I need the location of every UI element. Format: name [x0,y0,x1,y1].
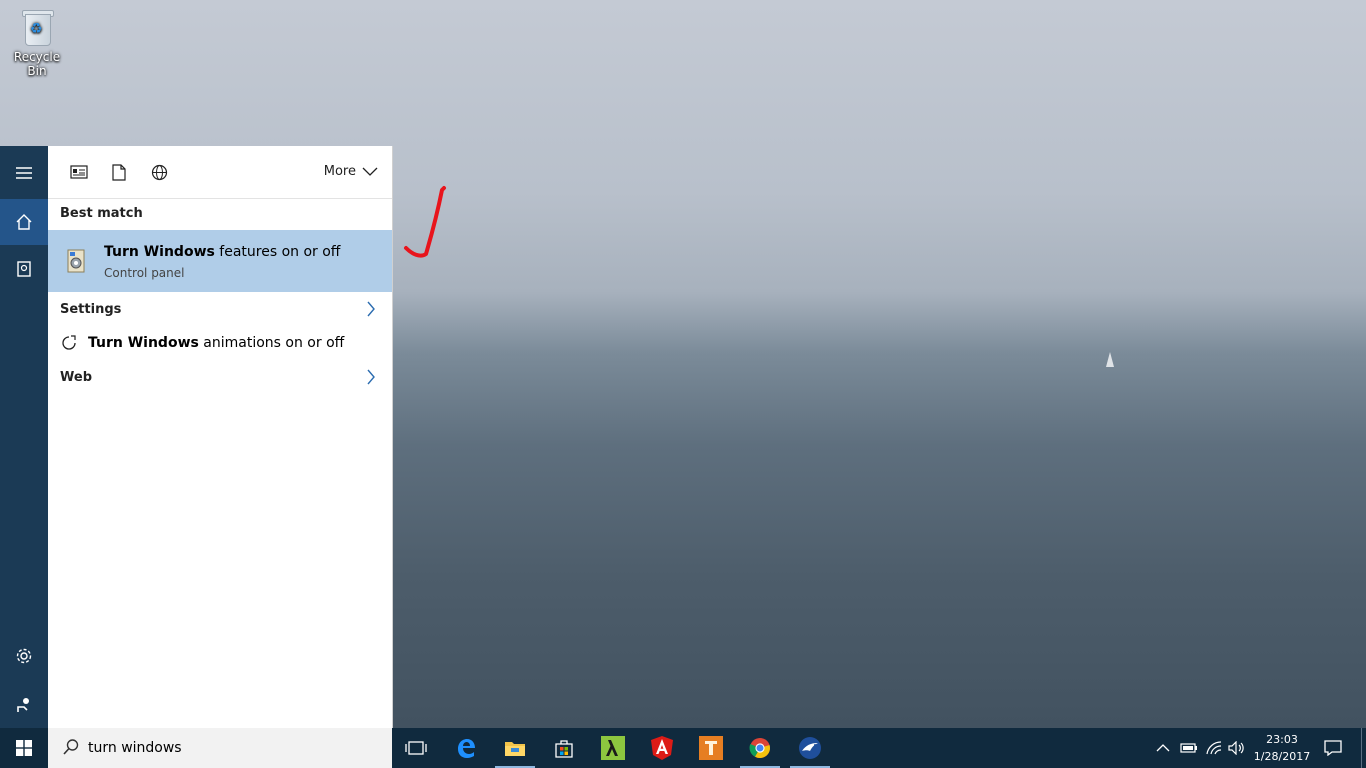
settings-result-title: Turn Windows animations on or off [88,335,345,351]
notebook-icon [17,261,31,277]
angular-icon [651,736,673,760]
home-icon [16,214,32,230]
best-match-section: Best match [48,198,392,230]
best-match-heading: Best match [60,206,143,221]
documents-filter-icon [112,163,126,181]
orange-app-taskbar-button[interactable] [687,728,735,768]
task-view-icon [405,741,427,755]
recycle-bin-label: Recycle Bin [13,50,61,78]
best-match-result[interactable]: Turn Windows features on or off Control … [48,230,392,292]
hamburger-icon [16,167,32,179]
chevron-right-icon [366,301,376,321]
notebook-button[interactable] [0,246,48,292]
apps-filter-icon [70,165,88,179]
start-button[interactable] [0,728,48,768]
feedback-button[interactable] [0,682,48,728]
store-icon [555,740,573,758]
taskbar-search-box[interactable]: turn windows [48,728,392,768]
web-filter-icon [151,164,167,180]
bird-app-icon [799,737,821,759]
animation-icon [62,335,76,350]
settings-heading: Settings [60,301,122,317]
windows-logo-icon [16,740,32,756]
angular-taskbar-button[interactable] [638,728,686,768]
settings-button[interactable] [0,633,48,679]
store-taskbar-button[interactable] [540,728,588,768]
best-match-title: Turn Windows features on or off [104,244,341,260]
network-button[interactable] [1205,728,1223,768]
show-hidden-icons-button[interactable] [1156,728,1170,768]
lambda-app-icon [601,736,625,760]
chevron-right-icon [366,369,376,389]
bird-app-taskbar-button[interactable] [786,728,834,768]
recycle-bin-icon: ♻ [20,8,54,46]
lambda-app-taskbar-button[interactable] [589,728,637,768]
task-view-button[interactable] [392,728,440,768]
chrome-taskbar-button[interactable] [736,728,784,768]
show-desktop-strip[interactable] [1361,728,1362,768]
search-icon [63,739,79,755]
taskbar-clock[interactable]: 23:03 1/28/2017 [1248,731,1316,765]
windows-features-icon [67,249,85,273]
wifi-icon [1206,741,1222,755]
battery-button[interactable] [1180,728,1198,768]
chrome-icon [749,738,770,759]
apps-filter-button[interactable] [68,161,90,183]
volume-button[interactable] [1228,728,1246,768]
best-match-subtitle: Control panel [104,266,185,280]
search-filters-bar: More [48,146,392,199]
recycle-bin[interactable]: ♻ Recycle Bin [4,8,70,78]
search-results-panel: More Best match Turn Windows features on… [48,146,393,728]
start-menu-rail [0,146,48,728]
edge-icon [458,739,475,758]
settings-section-header[interactable]: Settings [48,292,392,326]
clock-time: 23:03 [1266,733,1298,746]
web-heading: Web [60,369,92,385]
settings-gear-icon [16,648,32,664]
action-center-button[interactable] [1324,728,1342,768]
volume-icon [1228,741,1244,755]
chevron-down-icon [362,167,378,176]
web-filter-button[interactable] [148,161,170,183]
feedback-icon [17,698,29,712]
file-explorer-taskbar-button[interactable] [491,728,539,768]
documents-filter-button[interactable] [108,161,130,183]
web-section-header[interactable]: Web [48,360,392,394]
battery-icon [1180,743,1197,753]
sailboat-wallpaper-detail [1106,352,1114,367]
search-input[interactable]: turn windows [88,740,182,756]
show-hidden-icons-chevron-icon [1156,744,1170,752]
edge-taskbar-button[interactable] [442,728,490,768]
home-button[interactable] [0,199,48,245]
more-filters-label: More [323,164,356,179]
checkmark-annotation-icon [404,186,446,258]
more-filters-button[interactable]: More [324,164,378,179]
hamburger-menu-button[interactable] [0,150,48,196]
file-explorer-icon [505,742,525,756]
action-center-icon [1324,740,1342,756]
clock-date: 1/28/2017 [1253,750,1311,763]
settings-result-item[interactable]: Turn Windows animations on or off [48,326,392,360]
app-orange-icon [699,736,723,760]
